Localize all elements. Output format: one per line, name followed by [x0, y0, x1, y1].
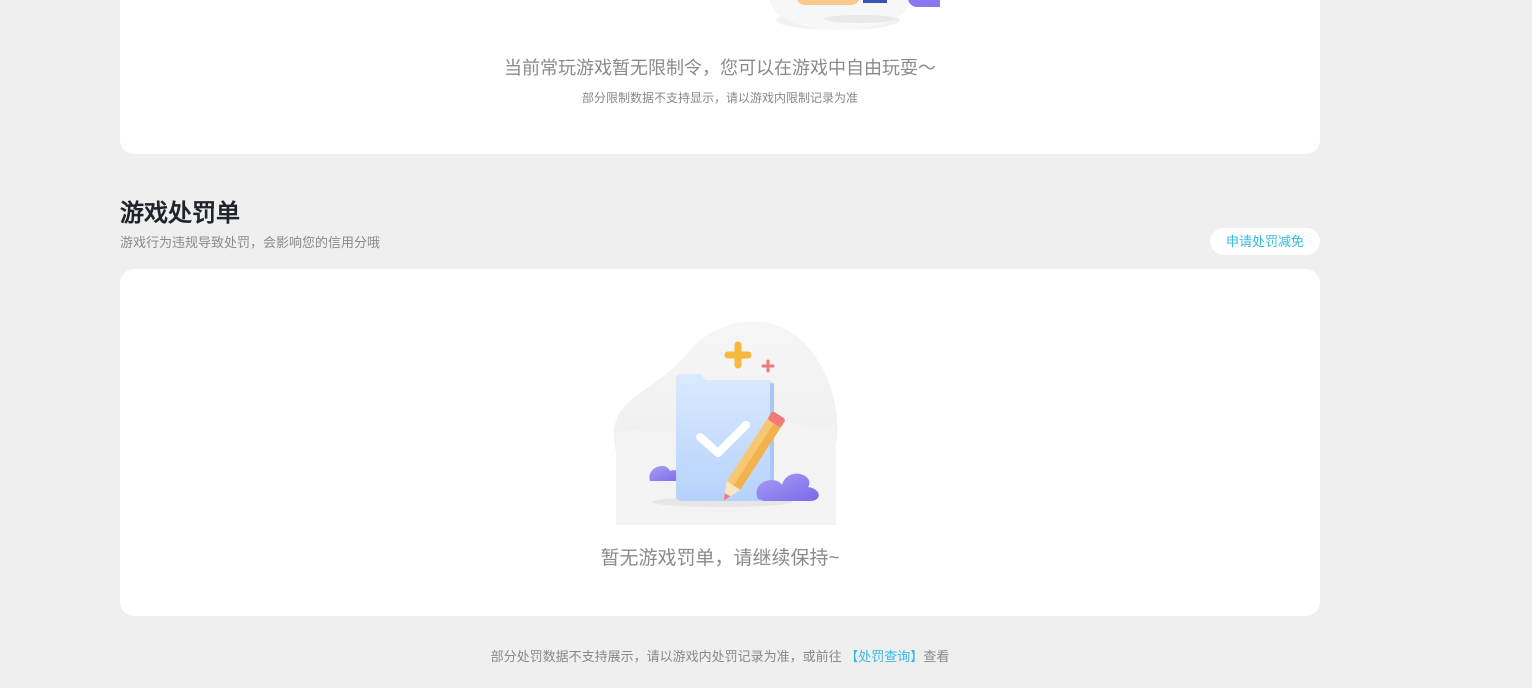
footer-note: 部分处罚数据不支持展示，请以游戏内处罚记录为准，或前往 【处罚查询】查看	[0, 648, 1440, 666]
apply-penalty-reduction-button[interactable]: 申请处罚减免	[1210, 228, 1320, 255]
clipboard-check-pencil-illustration	[613, 321, 838, 525]
section-subtitle: 游戏行为违规导致处罚，会影响您的信用分哦	[120, 235, 381, 250]
section-title: 游戏处罚单	[120, 200, 240, 227]
penalty-card: 暂无游戏罚单，请继续保持~	[120, 269, 1320, 616]
restriction-card: 当前常玩游戏暂无限制令，您可以在游戏中自由玩耍～ 部分限制数据不支持显示，请以游…	[120, 0, 1320, 154]
footer-note-prefix: 部分处罚数据不支持展示，请以游戏内处罚记录为准，或前往	[490, 649, 842, 664]
restriction-status-text: 当前常玩游戏暂无限制令，您可以在游戏中自由玩耍～	[504, 58, 936, 78]
empty-penalty-text: 暂无游戏罚单，请继续保持~	[600, 548, 840, 569]
restriction-note-text: 部分限制数据不支持显示，请以游戏内限制记录为准	[581, 91, 858, 105]
hand-with-card-illustration	[770, 0, 940, 30]
footer-note-suffix: 查看	[923, 649, 950, 664]
penalty-query-link[interactable]: 【处罚查询】	[845, 649, 923, 664]
